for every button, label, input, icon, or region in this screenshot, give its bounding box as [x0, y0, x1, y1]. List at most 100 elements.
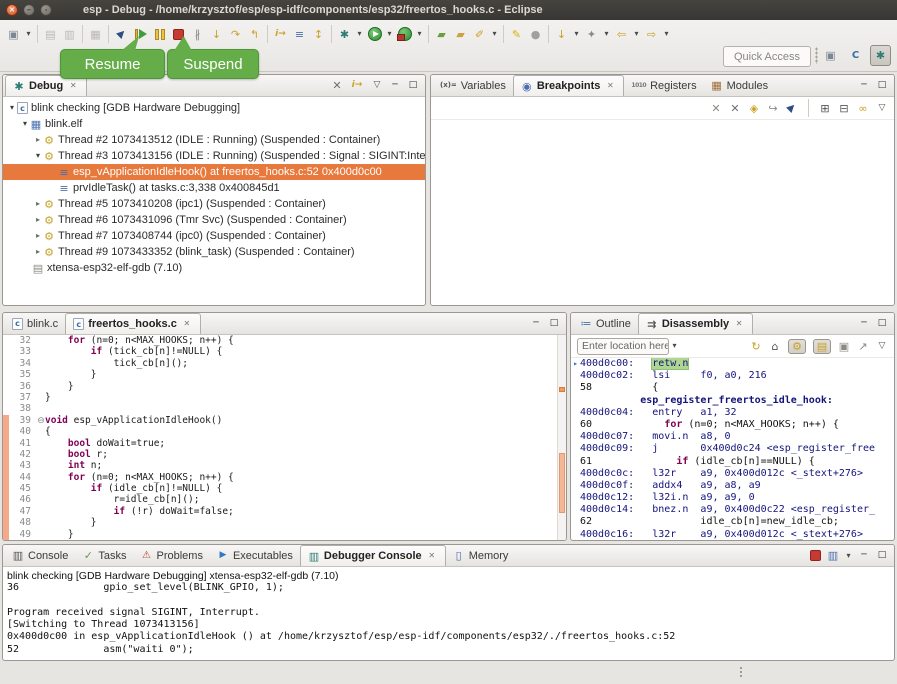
step-over-button[interactable]: ↷ — [226, 24, 245, 44]
tree-row[interactable]: ▸⚙Thread #7 1073408744 (ipc0) (Suspended… — [3, 228, 425, 244]
tree-row[interactable]: ≡prvIdleTask() at tasks.c:3,338 0x400845… — [3, 180, 425, 196]
tab-registers[interactable]: 1010Registers — [624, 75, 703, 96]
external-tools-button[interactable] — [395, 24, 414, 44]
minimize-button[interactable]: ─ — [858, 81, 870, 90]
quick-access-input[interactable]: Quick Access — [723, 46, 811, 67]
expand-arrow-icon[interactable]: ▾ — [20, 120, 30, 128]
disconnect-button[interactable]: ∦ — [188, 24, 207, 44]
debug-button[interactable]: ✱ — [335, 24, 354, 44]
pointer-button[interactable]: ▶ — [112, 24, 131, 44]
display-selected-console-button[interactable]: ▥ — [827, 550, 839, 561]
export-button[interactable]: ↗ — [857, 341, 869, 352]
expand-arrow-icon[interactable]: ▾ — [7, 104, 17, 112]
step-return-button[interactable]: ↰ — [245, 24, 264, 44]
minimize-button[interactable]: ─ — [858, 319, 870, 328]
tab-tasks[interactable]: ✓Tasks — [75, 545, 133, 566]
instruction-stepping-toggle[interactable]: i→ — [349, 81, 365, 90]
open-new-view-button[interactable]: ▣ — [838, 341, 850, 352]
tab-debugger-console[interactable]: ▥Debugger Console✕ — [300, 545, 446, 566]
refresh-button[interactable]: ↻ — [750, 341, 762, 352]
console-output[interactable]: blink checking [GDB Hardware Debugging] … — [3, 567, 894, 661]
maximize-button[interactable]: □ — [876, 319, 888, 328]
close-icon[interactable]: ✕ — [733, 320, 745, 328]
tree-row[interactable]: ▤xtensa-esp32-elf-gdb (7.10) — [3, 260, 425, 276]
save-button[interactable]: ▤ — [41, 24, 60, 44]
minimize-button[interactable]: ─ — [858, 551, 870, 560]
tree-row[interactable]: ▸⚙Thread #2 1073413512 (IDLE : Running) … — [3, 132, 425, 148]
tree-row[interactable]: ▸⚙Thread #5 1073410208 (ipc1) (Suspended… — [3, 196, 425, 212]
open-project-button[interactable]: ▰ — [451, 24, 470, 44]
terminate-console-button[interactable] — [810, 550, 821, 561]
new-cpp-project-button[interactable]: ▰ — [432, 24, 451, 44]
remove-all-terminated-button[interactable]: ✕ — [331, 80, 343, 91]
step-into-button[interactable]: ↓ — [207, 24, 226, 44]
back-dropdown[interactable]: ▾ — [631, 24, 642, 44]
fold-marker[interactable]: ⊖ — [35, 415, 45, 426]
breakpoints-empty-area[interactable] — [431, 120, 894, 305]
back-button[interactable]: ⇦ — [612, 24, 631, 44]
remove-breakpoint-button[interactable]: ✕ — [710, 103, 722, 114]
debug-dropdown[interactable]: ▾ — [354, 24, 365, 44]
show-source-toggle[interactable]: ▤ — [813, 339, 831, 354]
maximize-button[interactable]: □ — [548, 319, 560, 328]
save-all-button[interactable]: ▥ — [60, 24, 79, 44]
view-menu-button[interactable]: ▽ — [371, 81, 383, 90]
show-breakpoint-types-button[interactable]: ◈ — [748, 103, 760, 114]
minimize-button[interactable]: ─ — [389, 81, 401, 90]
tab-memory[interactable]: ▯Memory — [446, 545, 516, 566]
tree-row[interactable]: ▾⚙Thread #3 1073413156 (IDLE : Running) … — [3, 148, 425, 164]
display-selected-dropdown[interactable]: ▾ — [845, 552, 852, 560]
tab-freertos-hooks-c[interactable]: cfreertos_hooks.c✕ — [65, 313, 201, 334]
tab-executables[interactable]: ▶Executables — [210, 545, 300, 566]
tree-row[interactable]: ▾cblink checking [GDB Hardware Debugging… — [3, 100, 425, 116]
tab-blink-c[interactable]: cblink.c — [5, 313, 65, 334]
tab-modules[interactable]: ▦Modules — [704, 75, 776, 96]
external-tools-dropdown[interactable]: ▾ — [414, 24, 425, 44]
debug-perspective-button[interactable]: ✱ — [870, 45, 891, 66]
tree-row[interactable]: ▾▦blink.elf — [3, 116, 425, 132]
maximize-button[interactable]: □ — [876, 551, 888, 560]
pin-editor-button[interactable]: ✦ — [582, 24, 601, 44]
new-wizard-dropdown[interactable]: ▾ — [23, 24, 34, 44]
sync-with-active-context-toggle[interactable]: ⚙ — [788, 339, 806, 354]
collapse-arrow-icon[interactable]: ▸ — [33, 248, 43, 256]
expand-all-button[interactable]: ⊞ — [819, 103, 831, 114]
tree-row[interactable]: ▸⚙Thread #9 1073433352 (blink_task) (Sus… — [3, 244, 425, 260]
console-drawer-button[interactable]: ≡ — [290, 24, 309, 44]
annotation-tick[interactable] — [559, 387, 565, 392]
skip-all-breakpoints-button[interactable]: ▶ — [784, 100, 800, 116]
debug-tree[interactable]: ▾cblink checking [GDB Hardware Debugging… — [3, 97, 425, 306]
window-maximize-button[interactable]: ▫ — [40, 4, 52, 16]
goto-file-for-breakpoint-button[interactable]: ↪ — [767, 103, 779, 114]
annotations-button[interactable]: ● — [526, 24, 545, 44]
open-perspective-button[interactable]: ▣ — [820, 45, 841, 66]
tab-problems[interactable]: ⚠Problems — [133, 545, 209, 566]
mark-occurrences-button[interactable]: ✎ — [507, 24, 526, 44]
tab-console[interactable]: ▥Console — [5, 545, 75, 566]
collapse-arrow-icon[interactable]: ▸ — [33, 216, 43, 224]
tab-disassembly[interactable]: ⇉Disassembly✕ — [638, 313, 753, 334]
last-edit-location-button[interactable]: ↓ — [552, 24, 571, 44]
annotation-range-tick[interactable] — [559, 453, 565, 513]
remove-all-breakpoints-button[interactable]: ✕ — [729, 103, 741, 114]
run-dropdown[interactable]: ▾ — [384, 24, 395, 44]
tab-breakpoints[interactable]: ◉Breakpoints✕ — [513, 75, 625, 96]
close-icon[interactable]: ✕ — [426, 552, 438, 560]
window-minimize-button[interactable]: – — [23, 4, 35, 16]
build-button[interactable]: ▦ — [86, 24, 105, 44]
open-element-dropdown[interactable]: ▾ — [489, 24, 500, 44]
new-wizard-button[interactable]: ▣ — [4, 24, 23, 44]
annotation-ruler[interactable] — [557, 335, 566, 540]
instruction-stepping-button[interactable]: i→ — [271, 24, 290, 44]
collapse-arrow-icon[interactable]: ▸ — [33, 200, 43, 208]
close-icon[interactable]: ✕ — [67, 82, 79, 90]
close-icon[interactable]: ✕ — [604, 82, 616, 90]
tree-row[interactable]: ▸⚙Thread #6 1073431096 (Tmr Svc) (Suspen… — [3, 212, 425, 228]
collapse-arrow-icon[interactable]: ▸ — [33, 232, 43, 240]
minimize-button[interactable]: ─ — [530, 319, 542, 328]
collapse-arrow-icon[interactable]: ▸ — [33, 136, 43, 144]
tab-variables[interactable]: (x)=Variables — [433, 75, 513, 96]
disassembly-listing[interactable]: ▸400d0c00: retw.n 400d0c02: lsi f0, a0, … — [571, 358, 894, 540]
maximize-button[interactable]: □ — [876, 81, 888, 90]
tab-outline[interactable]: ≔Outline — [573, 313, 638, 334]
